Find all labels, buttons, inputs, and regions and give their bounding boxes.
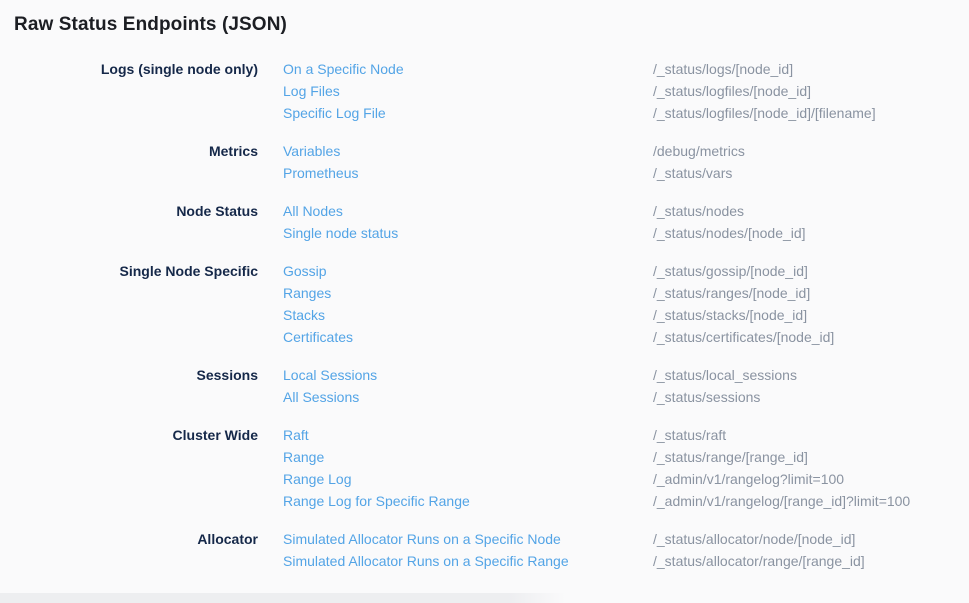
endpoints-column: /_status/gossip/[node_id]/_status/ranges… [653, 260, 969, 348]
endpoint-link[interactable]: Range Log [283, 468, 352, 490]
endpoint-group: Sessions Local SessionsAll Sessions /_st… [14, 364, 969, 408]
endpoint-group: Logs (single node only) On a Specific No… [14, 58, 969, 124]
endpoint-path: /_status/stacks/[node_id] [653, 304, 969, 326]
endpoint-link[interactable]: Specific Log File [283, 102, 386, 124]
endpoint-link[interactable]: Ranges [283, 282, 331, 304]
endpoint-path: /_status/local_sessions [653, 364, 969, 386]
endpoint-group: Allocator Simulated Allocator Runs on a … [14, 528, 969, 572]
endpoint-path: /_status/ranges/[node_id] [653, 282, 969, 304]
endpoint-link[interactable]: Log Files [283, 80, 340, 102]
endpoints-column: /_status/allocator/node/[node_id]/_statu… [653, 528, 969, 572]
endpoint-path: /_status/nodes [653, 200, 969, 222]
category-label: Single Node Specific [14, 260, 258, 348]
links-column: Simulated Allocator Runs on a Specific N… [283, 528, 628, 572]
links-column: All NodesSingle node status [283, 200, 628, 244]
endpoint-path: /_status/certificates/[node_id] [653, 326, 969, 348]
category-label: Metrics [14, 140, 258, 184]
endpoint-path: /_status/logfiles/[node_id]/[filename] [653, 102, 969, 124]
endpoint-path: /_status/allocator/range/[range_id] [653, 550, 969, 572]
endpoint-group: Metrics VariablesPrometheus /debug/metri… [14, 140, 969, 184]
endpoint-link[interactable]: Single node status [283, 222, 398, 244]
category-label: Node Status [14, 200, 258, 244]
endpoint-path: /_status/nodes/[node_id] [653, 222, 969, 244]
endpoint-link[interactable]: All Sessions [283, 386, 359, 408]
links-column: VariablesPrometheus [283, 140, 628, 184]
endpoint-link[interactable]: Simulated Allocator Runs on a Specific N… [283, 528, 561, 550]
endpoint-path: /_status/vars [653, 162, 969, 184]
endpoints-column: /_status/logs/[node_id]/_status/logfiles… [653, 58, 969, 124]
endpoint-link[interactable]: Range [283, 446, 324, 468]
category-label: Cluster Wide [14, 424, 258, 512]
endpoint-path: /_status/allocator/node/[node_id] [653, 528, 969, 550]
endpoint-link[interactable]: Gossip [283, 260, 327, 282]
endpoint-group: Node Status All NodesSingle node status … [14, 200, 969, 244]
category-label: Allocator [14, 528, 258, 572]
endpoints-column: /_status/local_sessions/_status/sessions [653, 364, 969, 408]
endpoint-link[interactable]: All Nodes [283, 200, 343, 222]
endpoint-path: /_status/raft [653, 424, 969, 446]
endpoint-link[interactable]: Stacks [283, 304, 325, 326]
bottom-shade-divider [0, 593, 566, 603]
endpoint-path: /debug/metrics [653, 140, 969, 162]
debug-endpoints-page: Raw Status Endpoints (JSON) Logs (single… [0, 0, 969, 572]
endpoint-path: /_admin/v1/rangelog?limit=100 [653, 468, 969, 490]
endpoint-link[interactable]: Simulated Allocator Runs on a Specific R… [283, 550, 569, 572]
endpoint-link[interactable]: Local Sessions [283, 364, 377, 386]
endpoint-path: /_status/range/[range_id] [653, 446, 969, 468]
category-label: Logs (single node only) [14, 58, 258, 124]
endpoint-link[interactable]: Range Log for Specific Range [283, 490, 470, 512]
endpoints-column: /debug/metrics/_status/vars [653, 140, 969, 184]
endpoint-link[interactable]: On a Specific Node [283, 58, 404, 80]
page-title: Raw Status Endpoints (JSON) [0, 0, 969, 35]
endpoint-link[interactable]: Prometheus [283, 162, 358, 184]
links-column: RaftRangeRange LogRange Log for Specific… [283, 424, 628, 512]
links-column: Local SessionsAll Sessions [283, 364, 628, 408]
endpoint-link[interactable]: Variables [283, 140, 340, 162]
endpoint-link[interactable]: Raft [283, 424, 309, 446]
endpoint-path: /_status/sessions [653, 386, 969, 408]
endpoint-group: Cluster Wide RaftRangeRange LogRange Log… [14, 424, 969, 512]
endpoint-path: /_status/gossip/[node_id] [653, 260, 969, 282]
endpoint-link[interactable]: Certificates [283, 326, 353, 348]
endpoint-path: /_admin/v1/rangelog/[range_id]?limit=100 [653, 490, 969, 512]
endpoints-table: Logs (single node only) On a Specific No… [0, 58, 969, 572]
endpoints-column: /_status/raft/_status/range/[range_id]/_… [653, 424, 969, 512]
endpoint-group: Single Node Specific GossipRangesStacksC… [14, 260, 969, 348]
category-label: Sessions [14, 364, 258, 408]
links-column: On a Specific NodeLog FilesSpecific Log … [283, 58, 628, 124]
links-column: GossipRangesStacksCertificates [283, 260, 628, 348]
endpoint-path: /_status/logfiles/[node_id] [653, 80, 969, 102]
endpoint-path: /_status/logs/[node_id] [653, 58, 969, 80]
endpoints-column: /_status/nodes/_status/nodes/[node_id] [653, 200, 969, 244]
